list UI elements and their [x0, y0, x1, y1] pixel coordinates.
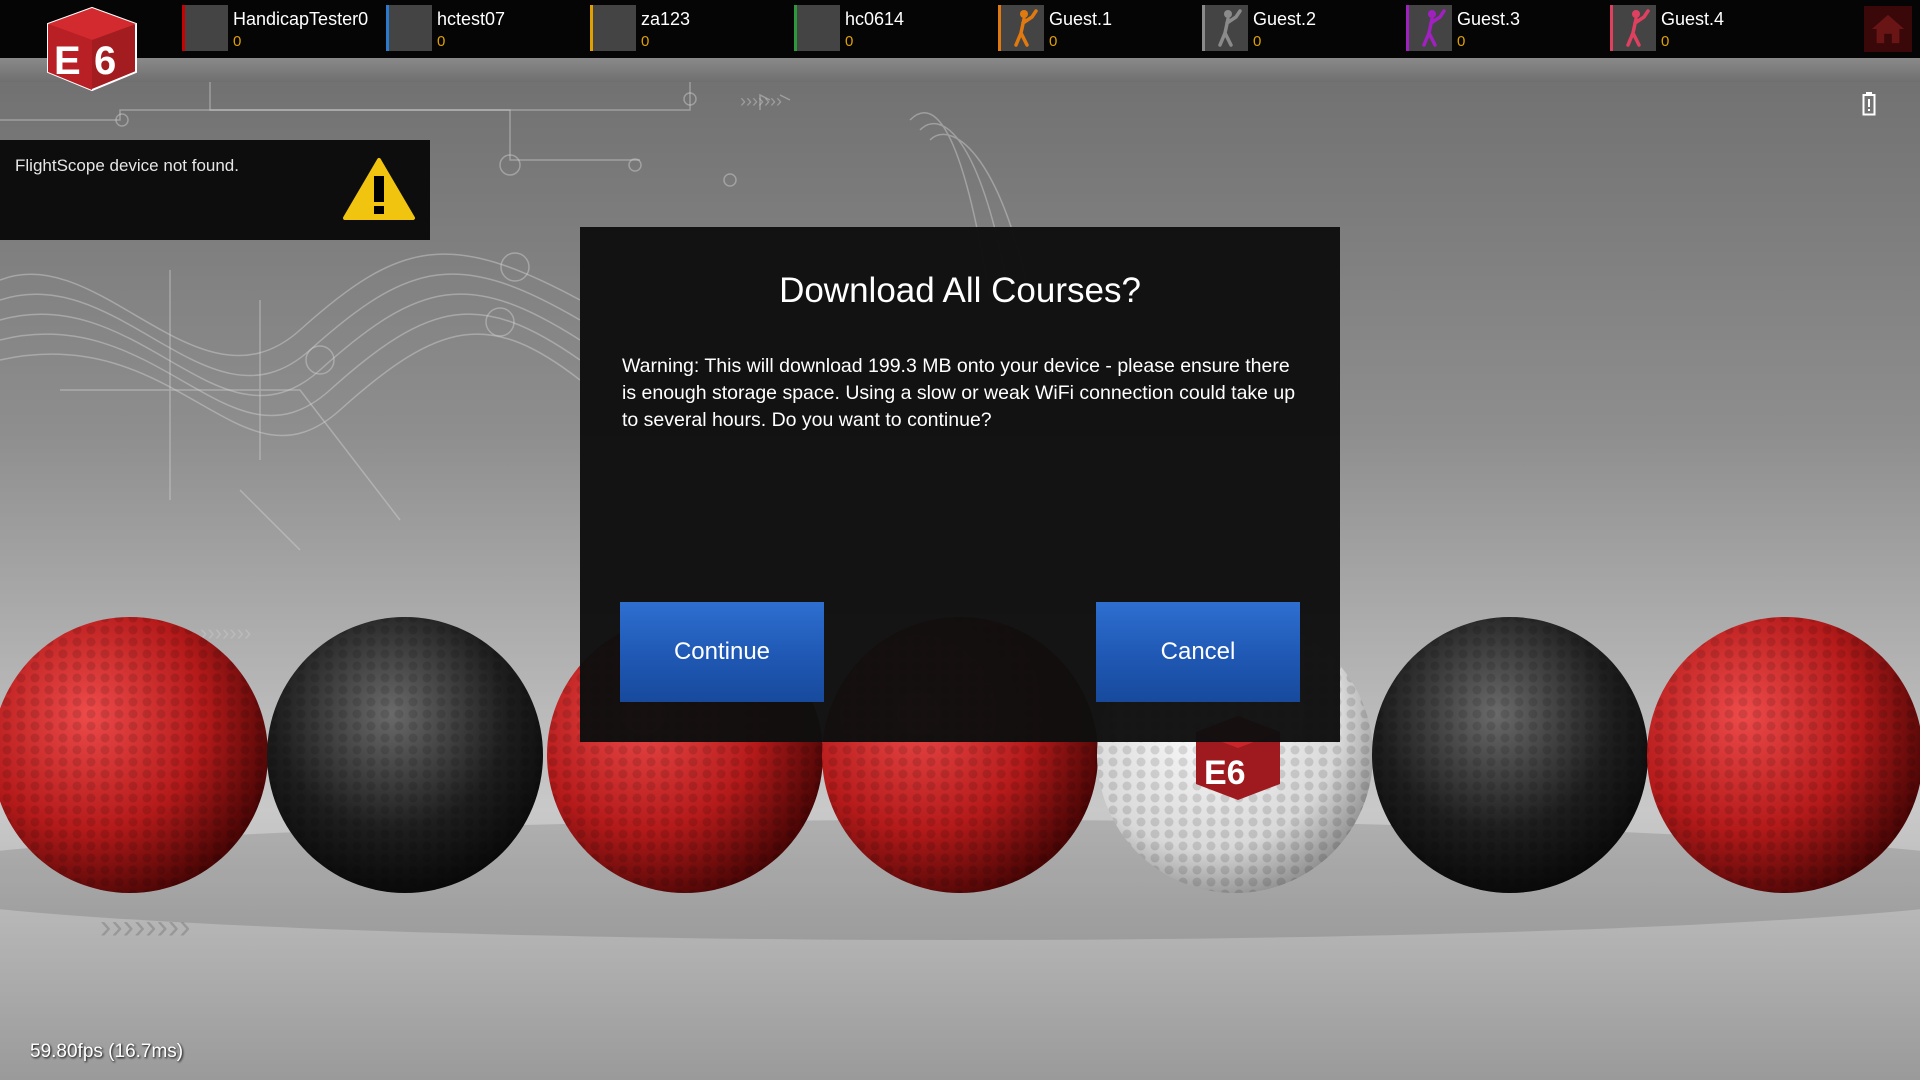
- player-score: 0: [1253, 33, 1262, 50]
- player-slot-6[interactable]: Guest.2 0: [1202, 5, 1316, 53]
- svg-text:E6: E6: [1204, 754, 1246, 792]
- player-score: 0: [641, 33, 650, 50]
- player-slot-8[interactable]: Guest.4 0: [1610, 5, 1724, 53]
- player-slot-1[interactable]: HandicapTester0 0: [182, 5, 368, 53]
- battery-icon: [1862, 92, 1876, 116]
- svg-text:E: E: [54, 39, 81, 83]
- player-name: za123: [641, 9, 691, 29]
- player-slot-4[interactable]: hc0614 0: [794, 5, 904, 53]
- svg-text:6: 6: [94, 39, 116, 83]
- player-score: 0: [1457, 33, 1466, 50]
- download-dialog: Download All Courses? Warning: This will…: [580, 227, 1340, 742]
- player-slot-7[interactable]: Guest.3 0: [1406, 5, 1520, 53]
- svg-text:›››››››: ›››››››: [740, 91, 782, 111]
- player-name: HandicapTester0: [233, 9, 369, 29]
- player-score: 0: [845, 33, 854, 50]
- player-avatar: [590, 5, 636, 51]
- continue-button[interactable]: Continue: [620, 602, 824, 702]
- cancel-button[interactable]: Cancel: [1096, 602, 1300, 702]
- golfer-icon: [1406, 5, 1452, 51]
- player-name: hctest07: [437, 9, 506, 29]
- player-score: 0: [233, 33, 242, 50]
- golfer-icon: [1610, 5, 1656, 51]
- golfer-icon: [998, 5, 1044, 51]
- player-name: Guest.2: [1253, 9, 1317, 29]
- home-button[interactable]: [1864, 6, 1912, 52]
- player-slot-2[interactable]: hctest07 0: [386, 5, 505, 53]
- player-avatar: [794, 5, 840, 51]
- fps-counter: 59.80fps (16.7ms): [30, 1041, 184, 1062]
- player-avatar: [386, 5, 432, 51]
- player-score: 0: [1661, 33, 1670, 50]
- home-icon: [1871, 14, 1905, 44]
- notice-text: FlightScope device not found.: [15, 156, 239, 175]
- player-name: Guest.4: [1661, 9, 1725, 29]
- warning-icon: [343, 158, 415, 220]
- player-slot-5[interactable]: Guest.1 0: [998, 5, 1112, 53]
- player-score: 0: [1049, 33, 1058, 50]
- golfer-icon: [1202, 5, 1248, 51]
- dialog-message: Warning: This will download 199.3 MB ont…: [622, 355, 1296, 431]
- player-name: Guest.1: [1049, 9, 1113, 29]
- player-bar-strip: [0, 58, 1920, 82]
- player-score: 0: [437, 33, 446, 50]
- player-name: Guest.3: [1457, 9, 1521, 29]
- dialog-title: Download All Courses?: [779, 271, 1141, 310]
- player-slot-3[interactable]: za123 0: [590, 5, 690, 53]
- player-avatar: [182, 5, 228, 51]
- player-name: hc0614: [845, 9, 905, 29]
- e6-logo[interactable]: E 6: [44, 6, 140, 92]
